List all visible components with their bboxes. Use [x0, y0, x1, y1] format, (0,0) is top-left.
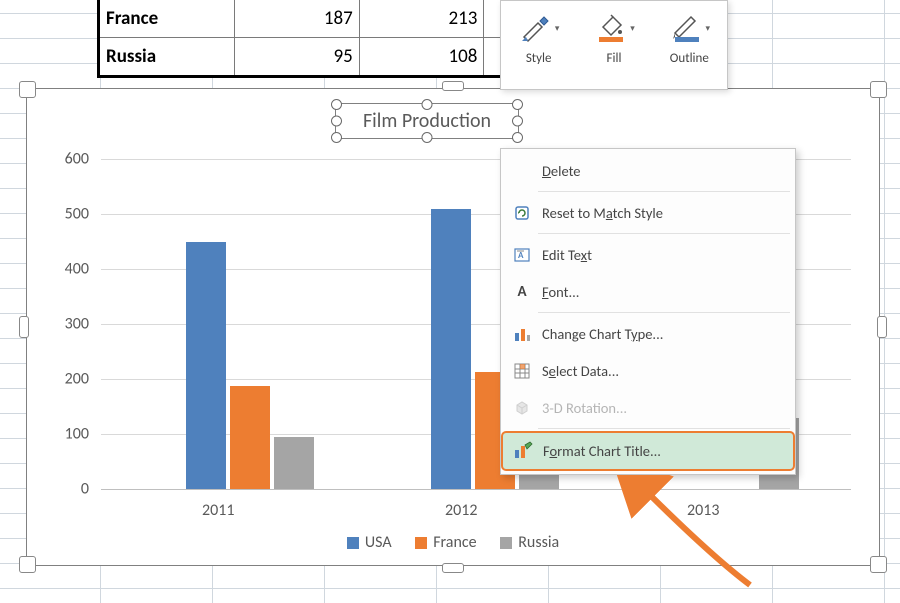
- cell-2011[interactable]: 187: [235, 0, 360, 37]
- selection-handle[interactable]: [512, 116, 523, 127]
- outline-button[interactable]: ▾ Outline: [656, 7, 722, 66]
- legend-label: Russia: [518, 533, 559, 552]
- menu-format-chart-title[interactable]: Format Chart Title...: [501, 431, 795, 471]
- row-name[interactable]: France: [100, 0, 235, 37]
- legend-label: France: [433, 533, 476, 552]
- y-tick: 200: [65, 369, 89, 388]
- bar-france-2011[interactable]: [230, 386, 270, 489]
- x-tick-label: 2012: [445, 501, 477, 520]
- bar-usa-2011[interactable]: [186, 242, 226, 490]
- resize-handle[interactable]: [870, 81, 887, 98]
- mini-toolbar: ▾ Style ▾ Fill ▾ Outline: [500, 0, 728, 90]
- menu-edit-text[interactable]: A Edit Text: [502, 236, 794, 273]
- selection-handle[interactable]: [512, 99, 523, 110]
- legend-swatch-russia: [500, 537, 512, 549]
- outline-label: Outline: [670, 51, 709, 66]
- chart-title-text: Film Production: [363, 109, 491, 133]
- y-tick: 500: [65, 204, 89, 223]
- menu-change-chart-type[interactable]: Change Chart Type...: [502, 315, 794, 352]
- menu-3d-rotation: 3-D Rotation...: [502, 389, 794, 426]
- menu-delete[interactable]: Delete: [502, 152, 794, 189]
- legend-item-france[interactable]: France: [415, 533, 476, 552]
- style-label: Style: [526, 51, 552, 66]
- selection-handle[interactable]: [331, 116, 342, 127]
- cube-icon: [506, 399, 538, 417]
- legend[interactable]: USA France Russia: [27, 533, 879, 554]
- x-tick-label: 2013: [687, 501, 719, 520]
- pen-outline-icon: ▾: [669, 7, 711, 49]
- resize-handle[interactable]: [877, 316, 887, 338]
- format-pane-icon: [507, 441, 539, 461]
- menu-select-data[interactable]: Select Data...: [502, 352, 794, 389]
- menu-font[interactable]: A Font...: [502, 273, 794, 310]
- selection-handle[interactable]: [512, 132, 523, 143]
- resize-handle[interactable]: [442, 563, 464, 573]
- y-tick: 100: [65, 424, 89, 443]
- bar-usa-2012[interactable]: [431, 209, 471, 490]
- resize-handle[interactable]: [442, 81, 464, 91]
- font-letter-icon: A: [506, 283, 538, 301]
- context-menu: Delete Reset to Match Style A Edit Text …: [500, 148, 796, 475]
- legend-label: USA: [365, 533, 392, 552]
- style-button[interactable]: ▾ Style: [506, 7, 572, 66]
- legend-swatch-france: [415, 537, 427, 549]
- y-tick: 0: [81, 480, 89, 499]
- selection-handle[interactable]: [331, 99, 342, 110]
- fill-label: Fill: [607, 51, 622, 66]
- paintbrush-icon: ▾: [518, 7, 560, 49]
- y-tick: 300: [65, 315, 89, 334]
- y-tick: 600: [65, 150, 89, 169]
- resize-handle[interactable]: [19, 556, 36, 573]
- selection-handle[interactable]: [422, 99, 433, 110]
- row-name[interactable]: Russia: [100, 38, 235, 75]
- bucket-icon: ▾: [593, 7, 635, 49]
- cell-2011[interactable]: 95: [235, 38, 360, 75]
- select-data-icon: [506, 362, 538, 380]
- resize-handle[interactable]: [19, 81, 36, 98]
- fill-button[interactable]: ▾ Fill: [581, 7, 647, 66]
- text-box-icon: A: [506, 246, 538, 264]
- legend-item-russia[interactable]: Russia: [500, 533, 559, 552]
- x-tick-label: 2011: [202, 501, 234, 520]
- svg-text:A: A: [518, 250, 524, 261]
- resize-handle[interactable]: [870, 556, 887, 573]
- bar-russia-2011[interactable]: [274, 437, 314, 489]
- menu-reset-match-style[interactable]: Reset to Match Style: [502, 194, 794, 231]
- selection-handle[interactable]: [331, 132, 342, 143]
- legend-item-usa[interactable]: USA: [347, 533, 392, 552]
- resize-handle[interactable]: [19, 316, 29, 338]
- selection-handle[interactable]: [422, 132, 433, 143]
- chart-title[interactable]: Film Production: [335, 103, 519, 139]
- cell-2012[interactable]: 108: [360, 38, 485, 75]
- y-axis: 0 100 200 300 400 500 600: [51, 159, 97, 489]
- legend-swatch-usa: [347, 537, 359, 549]
- reset-icon: [506, 204, 538, 222]
- y-tick: 400: [65, 259, 89, 278]
- cell-2012[interactable]: 213: [360, 0, 485, 37]
- bar-chart-icon: [506, 325, 538, 343]
